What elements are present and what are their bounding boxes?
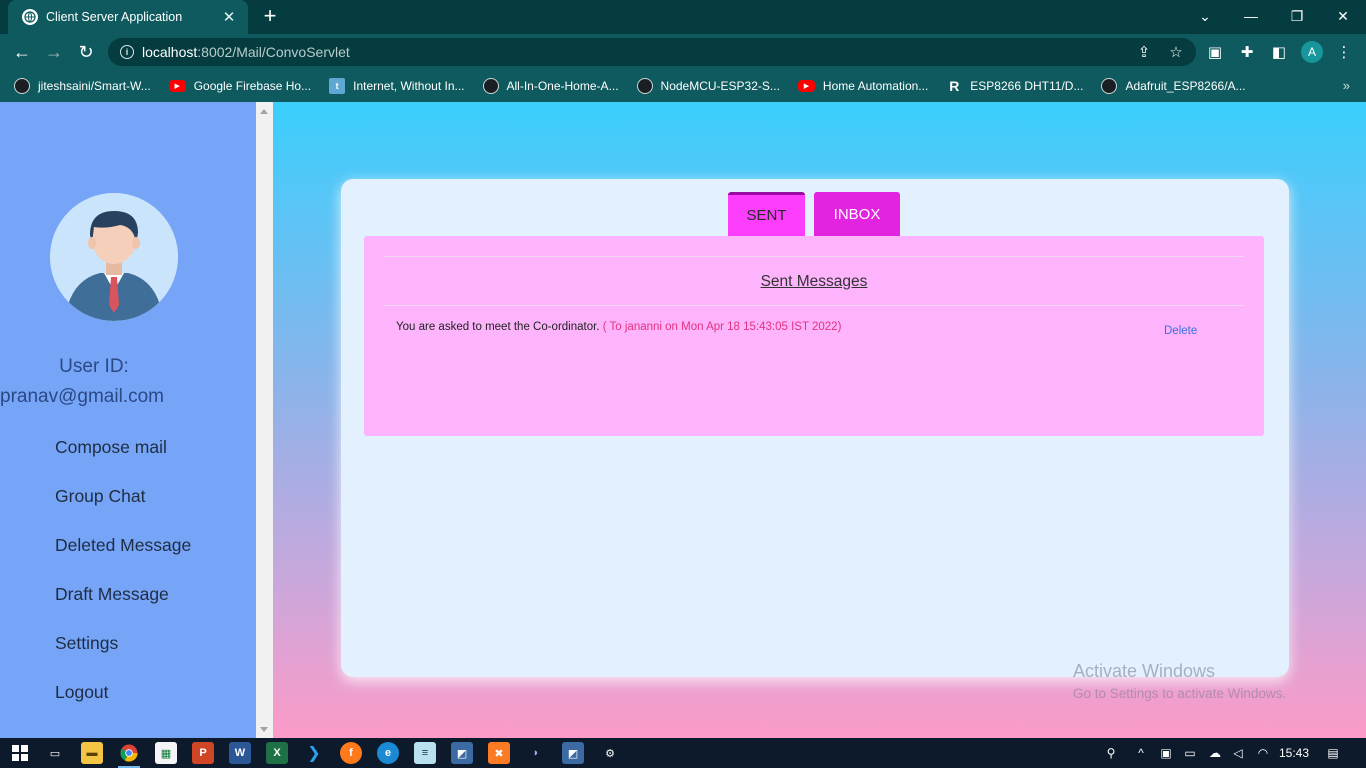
bookmark-item[interactable]: R ESP8266 DHT11/D...	[946, 78, 1083, 94]
menu-deleted-message[interactable]: Deleted Message	[55, 535, 191, 556]
delete-link[interactable]: Delete	[1164, 325, 1197, 337]
message-row: You are asked to meet the Co-ordinator. …	[396, 321, 841, 333]
browser-toolbar: ← → ↻ i localhost:8002/Mail/ConvoServlet…	[0, 34, 1366, 70]
mail-card: SENT INBOX Sent Messages You are asked t…	[341, 179, 1289, 677]
tab-title: Client Server Application	[46, 10, 183, 24]
page-viewport: User ID: pranav@gmail.com Compose mail G…	[0, 102, 1366, 738]
message-meta: ( To jananni on Mon Apr 18 15:43:05 IST …	[599, 321, 842, 333]
sidebar-scrollbar[interactable]	[256, 102, 273, 738]
tray-chevron-icon[interactable]: ^	[1133, 744, 1149, 762]
browser-tab-strip: Client Server Application ✕ + ⌄ — ❐ ✕	[0, 0, 1366, 34]
windows-start-icon[interactable]	[9, 742, 31, 764]
telegram-icon: t	[329, 78, 346, 94]
excel-icon[interactable]: X	[266, 742, 288, 764]
site-info-icon[interactable]: i	[120, 45, 134, 59]
tab-inbox[interactable]: INBOX	[814, 192, 900, 236]
scroll-up-arrow-icon[interactable]	[260, 109, 268, 114]
side-panel-icon[interactable]: ◧	[1269, 42, 1289, 62]
divider	[384, 305, 1244, 306]
volume-icon[interactable]: ◁	[1229, 744, 1247, 762]
tab-sent[interactable]: SENT	[728, 192, 805, 236]
sent-messages-panel: Sent Messages You are asked to meet the …	[364, 236, 1264, 436]
new-tab-button[interactable]: +	[258, 5, 282, 29]
bookmark-star-icon[interactable]: ☆	[1166, 42, 1186, 62]
onedrive-icon[interactable]: ☁	[1205, 744, 1225, 762]
tab-close-icon[interactable]: ✕	[220, 8, 238, 26]
user-email: pranav@gmail.com	[0, 386, 164, 407]
vscode-icon[interactable]: ❯	[303, 742, 325, 764]
bookmark-item[interactable]: ▶ Home Automation...	[797, 79, 928, 93]
activation-watermark-title: Activate Windows	[1073, 661, 1216, 681]
url-text: localhost:8002/Mail/ConvoServlet	[142, 44, 350, 60]
chrome-icon[interactable]	[118, 742, 140, 764]
reload-button[interactable]: ↻	[74, 40, 98, 64]
share-icon[interactable]: ⇪	[1134, 42, 1154, 62]
menu-kebab-icon[interactable]: ⋮	[1334, 42, 1354, 62]
close-window-button[interactable]: ✕	[1320, 0, 1366, 32]
message-text: You are asked to meet the Co-ordinator.	[396, 321, 600, 333]
minimize-button[interactable]: —	[1228, 0, 1274, 32]
divider	[384, 256, 1244, 257]
people-icon[interactable]: ⚲	[1102, 744, 1120, 762]
bookmarks-bar: jiteshsaini/Smart-W... ▶ Google Firebase …	[0, 70, 1366, 102]
back-button[interactable]: ←	[10, 40, 34, 64]
menu-draft-message[interactable]: Draft Message	[55, 584, 169, 605]
sidebar: User ID: pranav@gmail.com Compose mail G…	[0, 102, 256, 738]
browser-tab[interactable]: Client Server Application ✕	[8, 0, 248, 34]
bookmark-item[interactable]: jiteshsaini/Smart-W...	[14, 78, 151, 94]
r-icon: R	[949, 78, 960, 94]
network-tool-icon[interactable]: ◩	[562, 742, 584, 764]
avatar	[50, 193, 178, 321]
bookmark-item[interactable]: ▶ Google Firebase Ho...	[168, 79, 311, 93]
extensions-icon[interactable]: ✚	[1237, 42, 1257, 62]
bookmark-item[interactable]: NodeMCU-ESP32-S...	[636, 78, 780, 94]
youtube-icon: ▶	[168, 80, 186, 92]
menu-logout[interactable]: Logout	[55, 682, 109, 703]
bookmark-item[interactable]: t Internet, Without In...	[329, 78, 465, 94]
user-id-label: User ID:	[59, 356, 129, 377]
menu-group-chat[interactable]: Group Chat	[55, 486, 145, 507]
address-bar[interactable]: i localhost:8002/Mail/ConvoServlet	[108, 38, 1196, 66]
youtube-icon: ▶	[797, 80, 815, 92]
menu-compose-mail[interactable]: Compose mail	[55, 437, 167, 458]
notepad-icon[interactable]: ≡	[414, 742, 436, 764]
store-icon[interactable]: ▦	[155, 742, 177, 764]
battery-icon[interactable]: ▭	[1181, 744, 1199, 762]
bookmark-item[interactable]: Adafruit_ESP8266/A...	[1101, 78, 1246, 94]
clock[interactable]: 15:43	[1278, 744, 1310, 762]
panel-title: Sent Messages	[760, 273, 868, 290]
network-tool-icon[interactable]: ◩	[451, 742, 473, 764]
file-explorer-icon[interactable]: ▬	[81, 742, 103, 764]
github-icon	[482, 78, 499, 94]
scroll-down-arrow-icon[interactable]	[260, 727, 268, 732]
firefox-icon[interactable]: f	[340, 742, 362, 764]
bookmark-item[interactable]: All-In-One-Home-A...	[482, 78, 619, 94]
restore-button[interactable]: ❐	[1274, 0, 1320, 32]
windows-taskbar: ▭ ▬ ▦ P W X ❯ f e ≡ ◩ ✖ ◗ ◩ ⚙ ⚲ ^ ▣ ▭ ☁ …	[0, 738, 1366, 768]
wifi-icon[interactable]: ◠	[1254, 744, 1272, 762]
notifications-icon[interactable]: ▤	[1323, 744, 1343, 762]
media-icon[interactable]: ▣	[1205, 42, 1225, 62]
xampp-icon[interactable]: ✖	[488, 742, 510, 764]
edge-icon[interactable]: e	[377, 742, 399, 764]
menu-settings[interactable]: Settings	[55, 633, 118, 654]
eclipse-icon[interactable]: ◗	[525, 742, 547, 764]
tab-search-icon[interactable]: ⌄	[1182, 0, 1228, 32]
github-icon	[14, 78, 30, 94]
globe-icon	[22, 9, 38, 25]
word-icon[interactable]: W	[229, 742, 251, 764]
github-icon	[636, 78, 653, 94]
task-view-icon[interactable]: ▭	[44, 742, 66, 764]
powerpoint-icon[interactable]: P	[192, 742, 214, 764]
bookmarks-overflow-icon[interactable]: »	[1343, 78, 1350, 93]
github-icon	[1101, 78, 1118, 94]
profile-avatar[interactable]: A	[1301, 41, 1323, 63]
activation-watermark-subtitle: Go to Settings to activate Windows.	[1073, 686, 1287, 701]
forward-button[interactable]: →	[42, 40, 66, 64]
settings-gear-icon[interactable]: ⚙	[599, 742, 621, 764]
meet-now-icon[interactable]: ▣	[1157, 744, 1175, 762]
